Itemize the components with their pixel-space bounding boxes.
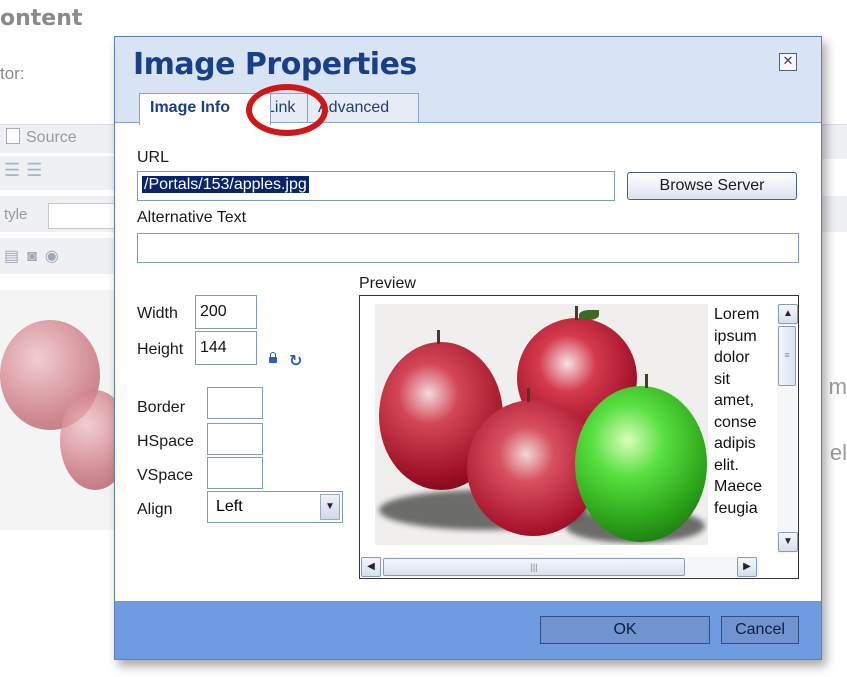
- reset-size-icon[interactable]: ↻: [289, 351, 302, 370]
- background-content-area: [0, 290, 130, 530]
- cancel-button[interactable]: Cancel: [721, 616, 799, 644]
- background-text-fragment: el: [829, 440, 847, 465]
- horizontal-scrollbar[interactable]: ◀ ||| ▶: [361, 557, 759, 577]
- scroll-down-icon[interactable]: ▼: [778, 532, 798, 552]
- background-toolbar-edge: [819, 196, 847, 232]
- border-label: Border: [137, 399, 186, 416]
- url-input[interactable]: /Portals/153/apples.jpg: [137, 171, 615, 201]
- width-input[interactable]: 200: [195, 295, 257, 329]
- dialog-body: URL /Portals/153/apples.jpg Browse Serve…: [115, 122, 821, 602]
- lock-icon[interactable]: [269, 352, 277, 363]
- apples-preview-image: [375, 304, 708, 545]
- background-source-label: Source: [26, 129, 77, 146]
- preview-sample-text: Lorem ipsum dolor sit amet, conse adipis…: [714, 306, 763, 517]
- close-icon[interactable]: ✕: [779, 53, 797, 71]
- hspace-input[interactable]: [207, 423, 263, 455]
- width-label: Width: [137, 305, 178, 322]
- browse-server-button[interactable]: Browse Server: [627, 172, 797, 200]
- vspace-input[interactable]: [207, 457, 263, 489]
- align-select[interactable]: Left ▼: [207, 491, 343, 523]
- background-style-select: [48, 203, 120, 229]
- vertical-scroll-thumb[interactable]: ≡: [778, 326, 796, 386]
- alternative-text-label: Alternative Text: [137, 209, 247, 226]
- dialog-footer: OK Cancel: [115, 601, 821, 659]
- url-value: /Portals/153/apples.jpg: [142, 176, 309, 193]
- highlight-circle: [246, 84, 328, 136]
- height-label: Height: [137, 341, 184, 358]
- toolbar-icons: ▤◙◉: [4, 248, 67, 265]
- preview-panel: Lorem ipsum dolor sit amet, conse adipis…: [359, 295, 799, 579]
- height-input[interactable]: 144: [195, 331, 257, 365]
- background-editor-label: tor:: [0, 64, 25, 83]
- align-select-value: Left: [216, 498, 243, 515]
- background-toolbar-edge: [819, 124, 847, 159]
- vertical-scrollbar[interactable]: ▲ ≡ ▼: [777, 304, 798, 554]
- image-properties-dialog: Image Properties ✕ Image Info Link Advan…: [114, 36, 822, 660]
- list-icons: ☰☰: [4, 160, 49, 180]
- border-input[interactable]: [207, 387, 263, 419]
- background-text-fragment: m: [828, 374, 847, 399]
- scroll-up-icon[interactable]: ▲: [778, 304, 798, 324]
- scroll-left-icon[interactable]: ◀: [361, 557, 381, 577]
- alternative-text-input[interactable]: [137, 233, 799, 263]
- align-label: Align: [137, 501, 173, 518]
- url-label: URL: [137, 149, 170, 166]
- background-page-title: ontent: [0, 6, 83, 31]
- vspace-label: VSpace: [137, 467, 194, 484]
- chevron-down-icon[interactable]: ▼: [320, 494, 340, 520]
- horizontal-scroll-thumb[interactable]: |||: [383, 558, 685, 576]
- hspace-label: HSpace: [137, 433, 194, 450]
- background-style-label: tyle: [4, 206, 28, 223]
- dialog-title: Image Properties: [133, 47, 417, 82]
- background-source-button: Source: [6, 128, 77, 147]
- preview-label: Preview: [359, 275, 416, 292]
- source-icon: [6, 128, 20, 144]
- green-apple: [575, 386, 707, 542]
- scroll-right-icon[interactable]: ▶: [737, 557, 757, 577]
- dialog-header: Image Properties ✕ Image Info Link Advan…: [115, 37, 821, 125]
- ok-button[interactable]: OK: [540, 616, 710, 644]
